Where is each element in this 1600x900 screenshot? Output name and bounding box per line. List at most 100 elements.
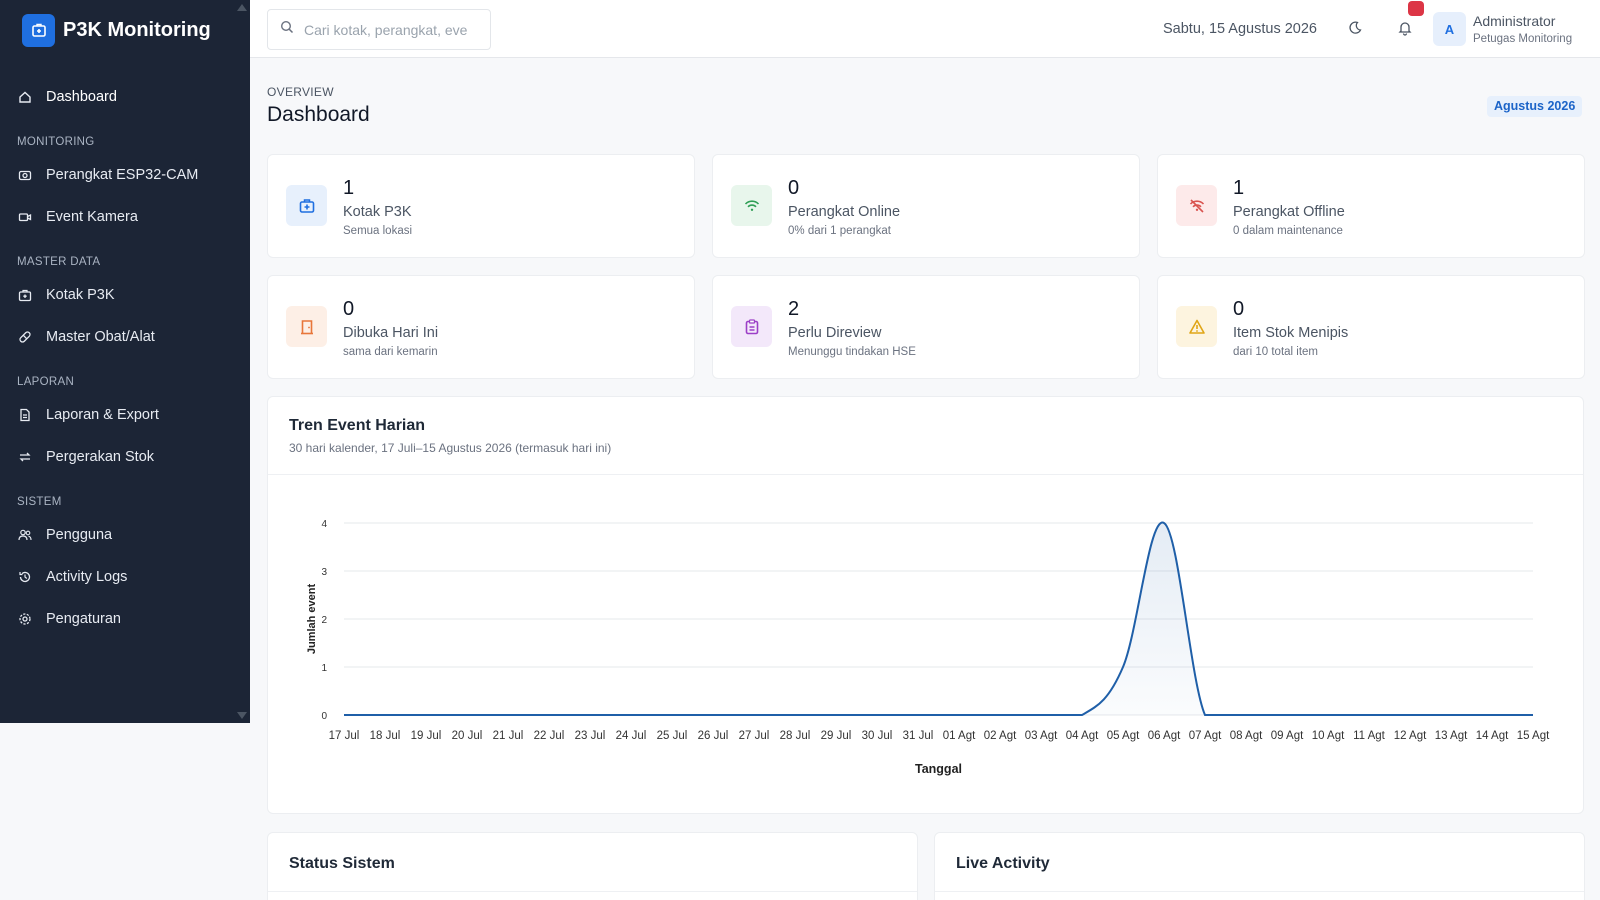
sidebar-item-label: Laporan & Export	[46, 407, 159, 423]
x-tick-label: 08 Agt	[1230, 730, 1263, 742]
x-tick-label: 04 Agt	[1066, 730, 1099, 742]
sidebar-item-label: Pergerakan Stok	[46, 449, 155, 465]
app-title: P3K Monitoring	[63, 18, 211, 41]
x-tick-label: 24 Jul	[616, 730, 647, 742]
sidebar-scroll-up[interactable]	[237, 4, 247, 11]
x-tick-label: 28 Jul	[780, 730, 811, 742]
sidebar-item-laporan-export[interactable]: Laporan & Export	[0, 394, 250, 436]
sidebar-item-dashboard[interactable]: Dashboard	[0, 76, 250, 118]
user-role: Petugas Monitoring	[1473, 33, 1573, 45]
status-title: Status Sistem	[289, 855, 395, 872]
stat-subtext: 0% dari 1 perangkat	[788, 225, 891, 237]
x-tick-label: 06 Agt	[1148, 730, 1181, 742]
first-aid-box-icon	[286, 185, 327, 226]
gear-icon	[17, 611, 33, 627]
sidebar-item-master-obat[interactable]: Master Obat/Alat	[0, 316, 250, 358]
notification-badge	[1408, 1, 1424, 16]
moon-icon[interactable]	[1347, 20, 1365, 38]
first-aid-box-icon	[17, 287, 33, 303]
stat-value: 0	[788, 177, 800, 199]
current-date: Sabtu, 15 Agustus 2026	[1163, 21, 1317, 37]
x-tick-label: 10 Agt	[1312, 730, 1345, 742]
live-activity-card: Live Activity	[934, 832, 1585, 900]
stat-card[interactable]: 0 Perangkat Online 0% dari 1 perangkat	[712, 154, 1140, 258]
x-tick-label: 19 Jul	[411, 730, 442, 742]
x-tick-label: 18 Jul	[370, 730, 401, 742]
stat-value: 0	[343, 298, 355, 320]
x-tick-label: 15 Agt	[1517, 730, 1550, 742]
sidebar-item-pengaturan[interactable]: Pengaturan	[0, 598, 250, 640]
sidebar-item-pergerakan-stok[interactable]: Pergerakan Stok	[0, 436, 250, 478]
file-export-icon	[17, 407, 33, 423]
sidebar-item-label: Perangkat ESP32-CAM	[46, 167, 199, 183]
x-tick-label: 29 Jul	[821, 730, 852, 742]
x-tick-label: 03 Agt	[1025, 730, 1058, 742]
sidebar-section-sistem: SISTEM	[17, 496, 62, 508]
sidebar-section-master-data: MASTER DATA	[17, 256, 101, 268]
sidebar: P3K Monitoring Dashboard MONITORING Pera…	[0, 0, 250, 723]
y-tick-label: 3	[321, 567, 327, 578]
x-tick-label: 21 Jul	[493, 730, 524, 742]
stat-card[interactable]: 2 Perlu Direview Menunggu tindakan HSE	[712, 275, 1140, 379]
stat-card[interactable]: 1 Kotak P3K Semua lokasi	[267, 154, 695, 258]
stat-card[interactable]: 0 Dibuka Hari Ini sama dari kemarin	[267, 275, 695, 379]
live-activity-title: Live Activity	[956, 855, 1050, 872]
y-tick-label: 1	[321, 663, 327, 674]
sidebar-scroll-down[interactable]	[237, 712, 247, 719]
search-icon	[280, 20, 294, 39]
x-tick-label: 27 Jul	[739, 730, 770, 742]
y-tick-label: 0	[321, 711, 327, 722]
sidebar-item-label: Activity Logs	[46, 569, 128, 585]
x-tick-label: 11 Agt	[1353, 730, 1386, 742]
x-tick-label: 20 Jul	[452, 730, 483, 742]
x-tick-label: 23 Jul	[575, 730, 606, 742]
sidebar-item-activity-logs[interactable]: Activity Logs	[0, 556, 250, 598]
search-input[interactable]	[304, 21, 474, 38]
x-tick-label: 31 Jul	[903, 730, 934, 742]
stat-subtext: Semua lokasi	[343, 225, 413, 237]
first-aid-box-icon	[22, 13, 55, 47]
swap-icon	[17, 449, 33, 465]
wifi-icon	[731, 185, 772, 226]
stat-subtext: 0 dalam maintenance	[1233, 225, 1343, 237]
sidebar-item-event-kamera[interactable]: Event Kamera	[0, 196, 250, 238]
camera-icon	[17, 167, 33, 183]
search-box[interactable]	[267, 9, 491, 50]
page-title: Dashboard	[267, 103, 370, 126]
divider	[268, 891, 917, 892]
stat-subtext: sama dari kemarin	[343, 346, 438, 358]
users-icon	[17, 527, 33, 543]
bell-icon[interactable]	[1397, 20, 1415, 38]
stat-card[interactable]: 1 Perangkat Offline 0 dalam maintenance	[1157, 154, 1585, 258]
x-tick-label: 30 Jul	[862, 730, 893, 742]
stat-label: Kotak P3K	[343, 204, 412, 220]
stat-card[interactable]: 0 Item Stok Menipis dari 10 total item	[1157, 275, 1585, 379]
sidebar-item-kotak-p3k[interactable]: Kotak P3K	[0, 274, 250, 316]
sidebar-item-perangkat[interactable]: Perangkat ESP32-CAM	[0, 154, 250, 196]
history-icon	[17, 569, 33, 585]
brand[interactable]: P3K Monitoring	[0, 0, 250, 60]
wifi-off-icon	[1176, 185, 1217, 226]
x-tick-label: 22 Jul	[534, 730, 565, 742]
clipboard-icon	[731, 306, 772, 347]
sidebar-item-pengguna[interactable]: Pengguna	[0, 514, 250, 556]
warning-icon	[1176, 306, 1217, 347]
user-name[interactable]: Administrator	[1473, 13, 1555, 29]
stat-subtext: Menunggu tindakan HSE	[788, 346, 916, 358]
sidebar-section-monitoring: MONITORING	[17, 136, 95, 148]
page-eyebrow: OVERVIEW	[267, 85, 334, 99]
sidebar-item-label: Dashboard	[46, 89, 117, 105]
period-badge: Agustus 2026	[1487, 96, 1583, 117]
x-tick-label: 25 Jul	[657, 730, 688, 742]
home-icon	[17, 89, 33, 105]
stat-value: 2	[788, 298, 800, 320]
pill-icon	[17, 329, 33, 345]
y-axis-label: Jumlah event	[306, 584, 318, 655]
x-tick-label: 01 Agt	[943, 730, 976, 742]
status-card: Status Sistem	[267, 832, 918, 900]
avatar[interactable]: A	[1433, 12, 1466, 46]
stat-value: 1	[343, 177, 355, 199]
x-tick-label: 12 Agt	[1394, 730, 1427, 742]
topbar: Sabtu, 15 Agustus 2026 A Administrator P…	[250, 0, 1600, 58]
x-tick-label: 13 Agt	[1435, 730, 1468, 742]
